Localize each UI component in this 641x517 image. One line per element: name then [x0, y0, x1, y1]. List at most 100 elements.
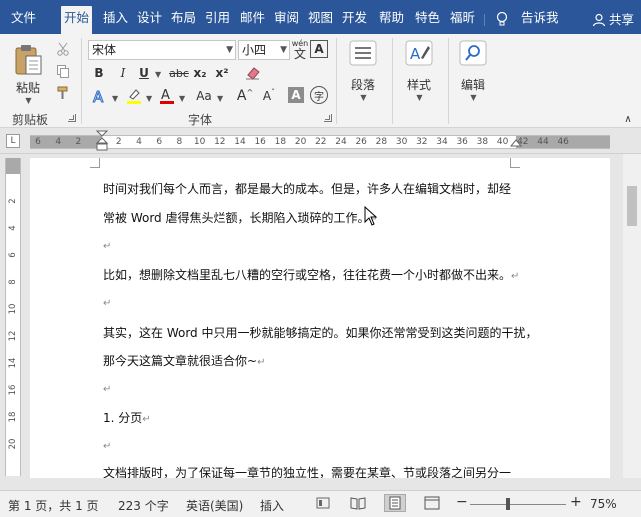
web-layout-icon[interactable]: [424, 496, 440, 513]
tab-file[interactable]: 文件: [8, 6, 39, 34]
highlight-button[interactable]: [124, 86, 144, 106]
font-size-combo[interactable]: 小四 ▼: [238, 40, 290, 60]
line-text: 时间对我们每个人而言，都是最大的成本。但是，许多人在编辑文档时，却经: [103, 182, 512, 196]
ruler-tick-label: 18: [274, 137, 287, 147]
ruler-tick-label: 2: [115, 137, 122, 147]
vertical-ruler[interactable]: 2 4 6 8 10 12 14 16 18 20: [5, 158, 21, 476]
text-effects-button[interactable]: A: [90, 86, 110, 106]
line-text: 其实，这在 Word 中只用一秒就能够搞定的。如果你还常常受到这类问题的干扰，: [103, 326, 538, 340]
cut-button[interactable]: [54, 40, 72, 58]
document-paragraph-line[interactable]: 时间对我们每个人而言，都是最大的成本。但是，许多人在编辑文档时，却经: [103, 180, 511, 197]
font-name-combo[interactable]: 宋体 ▼: [88, 40, 236, 60]
lightbulb-icon[interactable]: [492, 6, 512, 34]
page-count[interactable]: 第 1 页，共 1 页: [8, 497, 99, 514]
copy-button[interactable]: [54, 62, 72, 80]
vertical-scrollbar[interactable]: [623, 154, 641, 478]
share-button[interactable]: 共享: [589, 6, 637, 34]
tab-help[interactable]: 帮助: [376, 6, 407, 34]
print-layout-icon[interactable]: [384, 494, 406, 512]
zoom-in-icon[interactable]: +: [570, 494, 582, 510]
tab-developer[interactable]: 开发: [339, 6, 370, 34]
tell-me-search[interactable]: 告诉我: [518, 6, 562, 34]
chevron-down-icon: ▼: [416, 93, 423, 102]
search-icon: [459, 40, 487, 66]
empty-paragraph[interactable]: ↵: [103, 295, 111, 309]
document-paragraph-line[interactable]: 常被 Word 虐得焦头烂额，长期陷入琐碎的工作。↵: [103, 209, 378, 226]
empty-paragraph[interactable]: ↵: [103, 238, 111, 252]
ribbon-tab-bar: 文件 开始 插入 设计 布局 引用 邮件 审阅 视图 开发 帮助 特色 福昕 告…: [0, 0, 641, 34]
tab-design[interactable]: 设计: [134, 6, 165, 34]
clipboard-launcher-icon[interactable]: [68, 114, 76, 122]
right-indent-marker-icon[interactable]: [510, 138, 522, 150]
tab-selector[interactable]: L: [6, 134, 20, 148]
change-case-button[interactable]: Aa: [192, 86, 216, 106]
format-painter-button[interactable]: [54, 84, 72, 102]
superscript-button[interactable]: x²: [214, 64, 230, 82]
chevron-down-icon: ▼: [470, 93, 477, 102]
indent-marker-icon[interactable]: [96, 130, 108, 158]
chevron-down-icon[interactable]: ▼: [146, 94, 152, 103]
vertical-ruler-tick-label: 14: [8, 357, 18, 369]
tab-foxit[interactable]: 福昕: [447, 6, 478, 34]
document-paragraph-line[interactable]: 比如，想删除文档里乱七八糟的空行或空格，往往花费一个小时都做不出来。↵: [103, 266, 519, 283]
read-mode-icon[interactable]: [350, 496, 366, 513]
chevron-down-icon[interactable]: ▼: [112, 94, 118, 103]
clear-format-button[interactable]: [244, 64, 262, 82]
enclose-characters-button[interactable]: 字: [310, 86, 328, 104]
tab-view[interactable]: 视图: [305, 6, 336, 34]
tab-mailings[interactable]: 邮件: [237, 6, 268, 34]
zoom-slider[interactable]: [470, 504, 566, 505]
phonetic-guide-button[interactable]: wén 文: [288, 38, 312, 60]
tab-special[interactable]: 特色: [412, 6, 443, 34]
paragraph-button[interactable]: 段落 ▼: [344, 40, 382, 102]
styles-button[interactable]: A 样式 ▼: [400, 40, 438, 102]
subscript-button[interactable]: x₂: [192, 64, 208, 82]
paste-button[interactable]: 粘贴 ▼: [10, 42, 46, 106]
editing-button[interactable]: 编辑 ▼: [454, 40, 492, 102]
chevron-down-icon[interactable]: ▼: [179, 94, 185, 103]
grow-font-button[interactable]: A ^: [236, 86, 254, 106]
underline-button[interactable]: U: [137, 64, 151, 82]
crop-mark: [90, 158, 100, 168]
font-color-button[interactable]: A: [158, 86, 176, 106]
document-paragraph-line[interactable]: 1. 分页↵: [103, 409, 151, 426]
character-border-button[interactable]: A: [310, 40, 328, 58]
character-shading-button[interactable]: A: [288, 87, 304, 103]
font-launcher-icon[interactable]: [324, 114, 332, 122]
zoom-slider-thumb[interactable]: [506, 498, 510, 510]
zoom-level[interactable]: 75%: [590, 497, 617, 511]
highlighter-icon: [127, 89, 141, 104]
insert-mode[interactable]: 插入: [260, 497, 284, 514]
horizontal-ruler[interactable]: 6 4 2 2 4 6 8 10 12 14 16 18 20 22 24 26 28 30 32 34 36 38 40 4…: [30, 130, 610, 151]
vertical-ruler-tick-label: 8: [8, 279, 18, 285]
scissors-icon: [57, 42, 69, 56]
empty-paragraph[interactable]: ↵: [103, 438, 111, 452]
tab-references[interactable]: 引用: [202, 6, 233, 34]
font-group-label: 字体: [188, 113, 213, 127]
scrollbar-thumb[interactable]: [627, 186, 637, 226]
paragraph-mark-icon: ↵: [511, 271, 520, 282]
macro-record-icon[interactable]: [316, 496, 330, 513]
ruler-tick-label: 34: [436, 137, 448, 147]
bold-button[interactable]: B: [92, 64, 106, 82]
zoom-out-icon[interactable]: −: [456, 494, 468, 510]
document-paragraph-line[interactable]: 其实，这在 Word 中只用一秒就能够搞定的。如果你还常常受到这类问题的干扰，: [103, 324, 537, 341]
document-paragraph-line[interactable]: 文档排版时，为了保证每一章节的独立性，需要在某章、节或段落之间另分一: [103, 464, 511, 478]
chevron-down-icon[interactable]: ▼: [217, 94, 223, 103]
strikethrough-button[interactable]: abc: [168, 64, 190, 82]
shrink-font-button[interactable]: Aˇ: [260, 86, 278, 106]
collapse-ribbon-icon[interactable]: ∧: [622, 114, 634, 125]
language-indicator[interactable]: 英语(美国): [186, 497, 243, 514]
ruler-tick-label: 32: [416, 137, 428, 147]
empty-paragraph[interactable]: ↵: [103, 381, 111, 395]
tab-review[interactable]: 审阅: [271, 6, 302, 34]
word-count[interactable]: 223 个字: [118, 497, 169, 514]
italic-button[interactable]: I: [116, 64, 130, 82]
document-paragraph-line[interactable]: 那今天这篇文章就很适合你~↵: [103, 352, 265, 369]
tab-insert[interactable]: 插入: [100, 6, 131, 34]
document-page[interactable]: 时间对我们每个人而言，都是最大的成本。但是，许多人在编辑文档时，却经 常被 Wor…: [30, 158, 610, 478]
tab-home[interactable]: 开始: [61, 6, 93, 34]
top-margin-area: [6, 158, 20, 174]
tab-layout[interactable]: 布局: [168, 6, 199, 34]
chevron-down-icon[interactable]: ▼: [155, 70, 161, 79]
